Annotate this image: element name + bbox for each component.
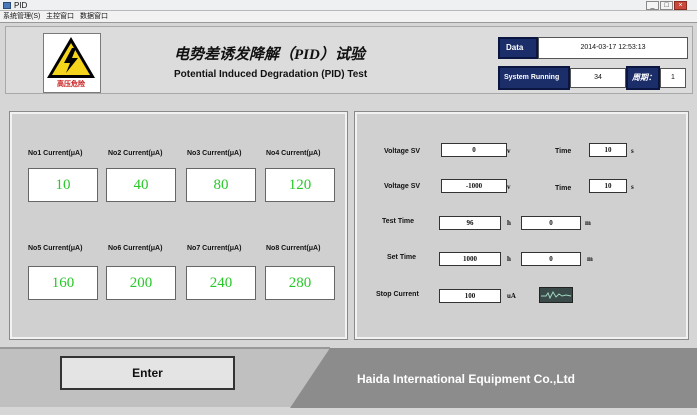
voltage-sv-1-unit: v — [507, 147, 511, 155]
set-time-label: Set Time — [387, 254, 417, 261]
set-time-minutes[interactable]: 0 — [521, 252, 581, 266]
app-icon — [3, 2, 11, 9]
time-1-unit: s — [631, 147, 634, 155]
stop-current-unit: uA — [507, 292, 516, 300]
test-time-label: Test Time — [382, 218, 415, 225]
test-time-minutes: 0 — [521, 216, 581, 230]
set-time-hours[interactable]: 1000 — [439, 252, 501, 266]
title-bar: PID _ □ × — [0, 0, 697, 11]
time-1-label: Time — [555, 148, 572, 155]
time-2-label: Time — [555, 185, 572, 192]
current-value-8: 280 — [265, 266, 335, 300]
minimize-button[interactable]: _ — [646, 1, 659, 10]
current-value-6: 200 — [106, 266, 176, 300]
time-1-input[interactable]: 10 — [589, 143, 627, 157]
voltage-sv-1-label: Voltage SV — [384, 148, 421, 155]
set-time-h-unit: h — [507, 255, 511, 263]
voltage-sv-2-input[interactable]: -1000 — [441, 179, 507, 193]
time-2-unit: s — [631, 183, 634, 191]
current-value-4: 120 — [265, 168, 335, 202]
logo-text: 高压危险 — [57, 81, 85, 88]
enter-button[interactable]: Enter — [60, 356, 235, 390]
menu-system[interactable]: 系统管理(S) — [3, 11, 40, 23]
maximize-button[interactable]: □ — [660, 1, 673, 10]
current-value-3: 80 — [186, 168, 256, 202]
company-name: Haida International Equipment Co.,Ltd — [357, 372, 576, 386]
current-value-5: 160 — [28, 266, 98, 300]
current-label-3: No3 Current(μA) — [187, 150, 242, 157]
voltage-sv-2-label: Voltage SV — [384, 183, 421, 190]
status-value: 34 — [570, 68, 626, 88]
high-voltage-logo: 高压危险 — [43, 33, 101, 93]
current-label-1: No1 Current(μA) — [28, 150, 83, 157]
test-time-m-unit: m — [585, 219, 591, 227]
stop-current-input[interactable]: 100 — [439, 289, 501, 303]
page-title-zh: 电势差诱发降解（PID）试验 — [174, 47, 365, 63]
waveform-icon[interactable] — [539, 287, 573, 303]
cycle-label: 周期： — [626, 66, 660, 90]
test-time-hours: 96 — [439, 216, 501, 230]
page-title-en: Potential Induced Degradation (PID) Test — [174, 69, 368, 80]
current-label-8: No8 Current(μA) — [266, 245, 321, 252]
header-panel: 高压危险 电势差诱发降解（PID）试验 Potential Induced De… — [5, 26, 693, 94]
test-time-h-unit: h — [507, 219, 511, 227]
menu-data-window[interactable]: 数据窗口 — [80, 11, 108, 23]
current-label-5: No5 Current(μA) — [28, 245, 83, 252]
current-value-2: 40 — [106, 168, 176, 202]
current-label-7: No7 Current(μA) — [187, 245, 242, 252]
voltage-sv-1-input[interactable]: 0 — [441, 143, 507, 157]
current-label-2: No2 Current(μA) — [108, 150, 163, 157]
current-label-6: No6 Current(μA) — [108, 245, 163, 252]
window-title: PID — [14, 1, 28, 10]
date-value: 2014-03-17 12:53:13 — [538, 37, 688, 59]
cycle-value: 1 — [660, 68, 686, 88]
current-panel: No1 Current(μA) No2 Current(μA) No3 Curr… — [9, 111, 348, 340]
current-label-4: No4 Current(μA) — [266, 150, 321, 157]
close-button[interactable]: × — [674, 1, 687, 10]
status-label: System Running — [498, 66, 570, 90]
time-2-input[interactable]: 10 — [589, 179, 627, 193]
stop-current-label: Stop Current — [376, 291, 419, 298]
set-time-m-unit: m — [587, 255, 593, 263]
voltage-sv-2-unit: v — [507, 183, 511, 191]
current-value-7: 240 — [186, 266, 256, 300]
menu-main-window[interactable]: 主控窗口 — [46, 11, 74, 23]
date-label: Data — [498, 37, 538, 59]
menu-bar: 系统管理(S) 主控窗口 数据窗口 — [0, 11, 697, 23]
current-value-1: 10 — [28, 168, 98, 202]
settings-panel: Voltage SV 0 v Time 10 s Voltage SV -100… — [354, 111, 689, 340]
